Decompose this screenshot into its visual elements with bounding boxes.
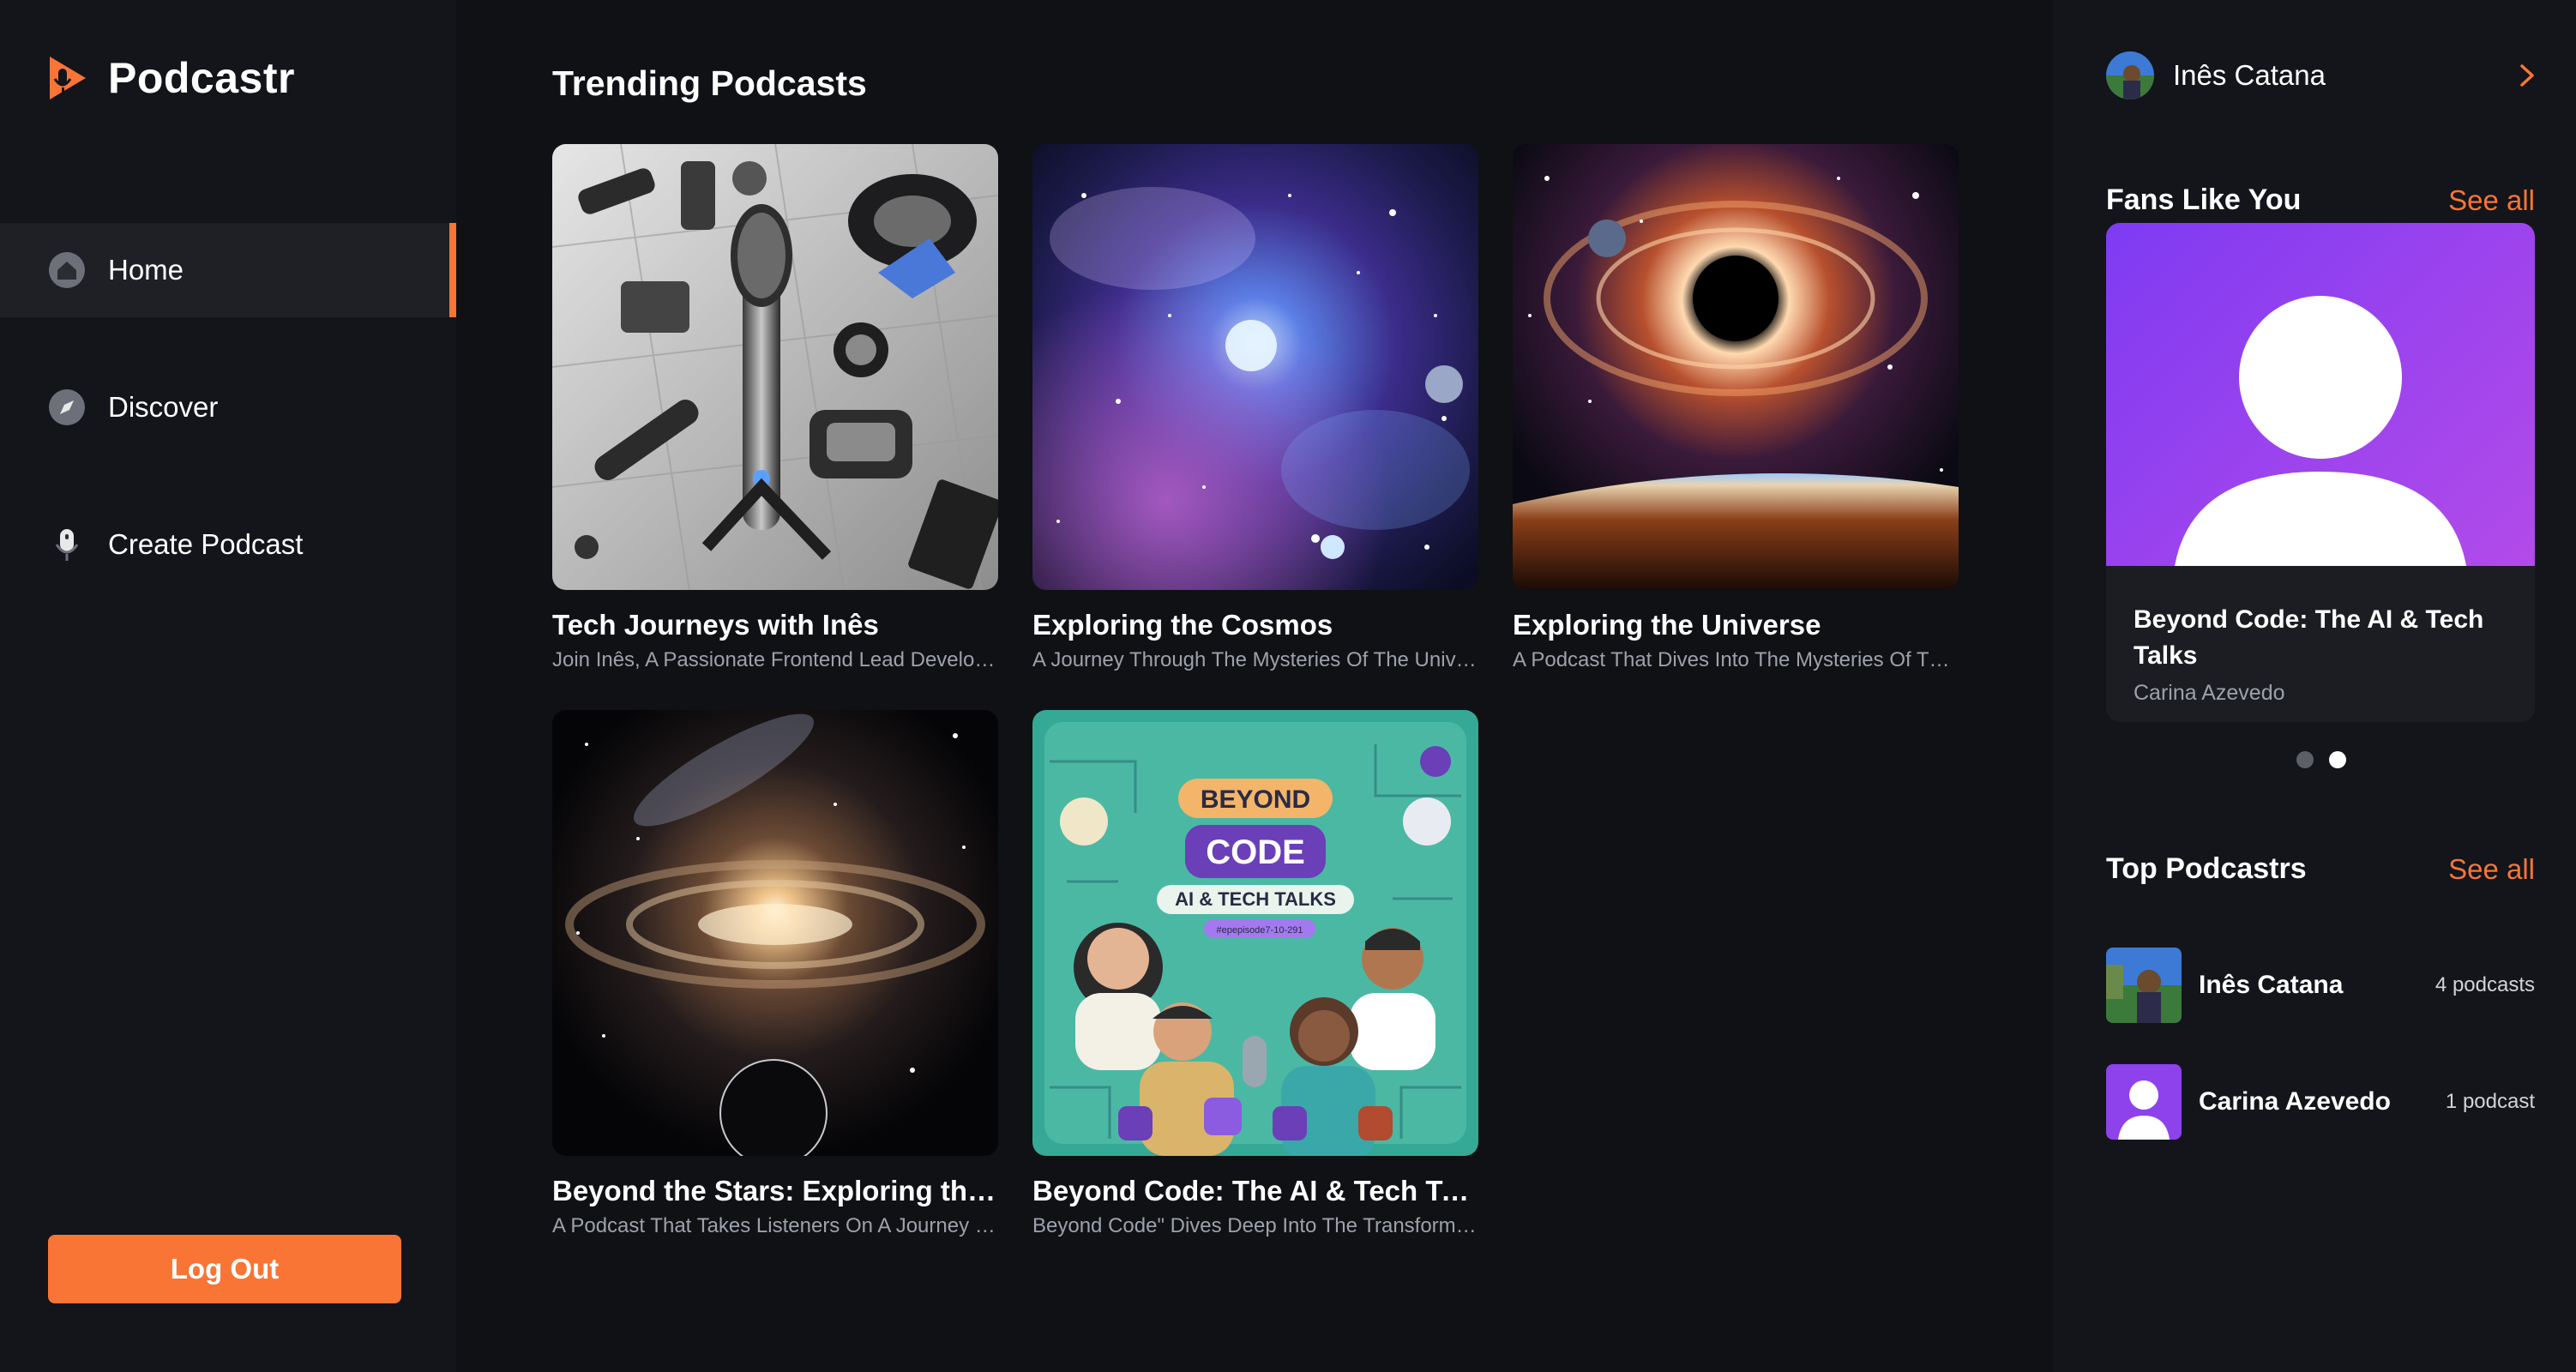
fans-see-all-link[interactable]: See all <box>2448 184 2535 217</box>
cover-beyond-text: BEYOND <box>1201 785 1310 814</box>
podcast-description: Beyond Code" Dives Deep Into The Transfo… <box>1032 1214 1478 1237</box>
right-sidebar: Inês Catana Fans Like You See all Beyond… <box>2053 0 2576 1372</box>
carousel-dot-active[interactable] <box>2329 751 2346 768</box>
nav-label-discover: Discover <box>108 391 219 423</box>
section-title-trending: Trending Podcasts <box>552 63 867 103</box>
top-podcastr-name: Carina Azevedo <box>2199 1087 2391 1116</box>
cover-code-text: CODE <box>1206 833 1305 871</box>
fan-card-title: Beyond Code: The AI & Tech Talks <box>2134 605 2484 670</box>
top-podcastr-name: Inês Catana <box>2199 971 2344 999</box>
podcast-title: Beyond Code: The AI & Tech Talks <box>1032 1175 1478 1207</box>
nav-label-create-podcast: Create Podcast <box>108 528 304 560</box>
user-placeholder-icon <box>2175 296 2466 566</box>
home-icon <box>48 251 86 289</box>
podcast-card[interactable]: Beyond the Stars: Exploring the Universe… <box>552 710 998 1238</box>
nav-item-discover[interactable]: Discover <box>0 360 456 454</box>
chevron-right-icon <box>2520 64 2534 87</box>
podcast-cover-image: BEYOND CODE AI & TECH TALKS #epepisode7-… <box>1032 710 1478 1156</box>
top-podcastr-row[interactable]: Carina Azevedo 1 podcast <box>2106 1063 2535 1140</box>
cover-subtitle-text: AI & TECH TALKS <box>1175 888 1336 910</box>
podcast-cover-image <box>1032 144 1478 590</box>
nav-label-home: Home <box>108 254 184 286</box>
user-profile-link[interactable]: Inês Catana <box>2106 50 2540 101</box>
app-root: Podcastr Home Discover Create Podcast Lo… <box>0 0 2576 1372</box>
podcast-cover-image <box>1513 144 1959 590</box>
top-podcastr-row[interactable]: Inês Catana 4 podcasts <box>2106 947 2535 1024</box>
podcast-cover-image <box>552 144 998 590</box>
main-content: Trending Podcasts Tech Journeys with Inê… <box>456 0 2053 1372</box>
user-name: Inês Catana <box>2173 59 2326 91</box>
podcast-title: Beyond the Stars: Exploring the Universe <box>552 1175 998 1207</box>
podcast-card[interactable]: BEYOND CODE AI & TECH TALKS #epepisode7-… <box>1032 710 1478 1238</box>
podcast-description: A Podcast That Dives Into The Mysteries … <box>1513 648 1959 671</box>
top-podcastrs-title: Top Podcastrs <box>2106 852 2307 885</box>
compass-icon <box>48 388 86 426</box>
avatar <box>2106 948 2182 1023</box>
podcast-card[interactable]: Tech Journeys with Inês Join Inês, A Pas… <box>552 144 998 672</box>
podcast-cover-image <box>552 710 998 1156</box>
podcastr-logo-icon <box>50 57 86 99</box>
nav-item-create-podcast[interactable]: Create Podcast <box>0 497 456 592</box>
cover-tag-text: #epepisode7-10-291 <box>1217 925 1303 936</box>
podcast-title: Exploring the Cosmos <box>1032 609 1333 641</box>
carousel-dot[interactable] <box>2296 751 2314 768</box>
microphone-icon <box>48 526 86 563</box>
app-name: Podcastr <box>108 54 295 102</box>
logo[interactable]: Podcastr <box>46 53 295 103</box>
logout-button[interactable]: Log Out <box>48 1235 401 1303</box>
top-podcastr-count: 4 podcasts <box>2435 973 2535 996</box>
podcast-description: A Journey Through The Mysteries Of The U… <box>1032 648 1478 671</box>
fans-like-you-title: Fans Like You <box>2106 184 2302 216</box>
left-sidebar: Podcastr Home Discover Create Podcast Lo… <box>0 0 456 1372</box>
carousel-dots <box>2296 751 2346 768</box>
podcast-card[interactable]: Exploring the Universe A Podcast That Di… <box>1513 144 1959 672</box>
podcast-card[interactable]: Exploring the Cosmos A Journey Through T… <box>1032 144 1478 672</box>
podcast-description: Join Inês, A Passionate Frontend Lead De… <box>552 648 998 671</box>
podcast-title: Exploring the Universe <box>1513 609 1821 641</box>
fan-card-author: Carina Azevedo <box>2134 681 2285 705</box>
top-see-all-link[interactable]: See all <box>2448 853 2535 886</box>
fan-podcast-image <box>2106 223 2535 566</box>
nav-item-home[interactable]: Home <box>0 223 456 317</box>
podcast-description: A Podcast That Takes Listeners On A Jour… <box>552 1214 998 1237</box>
avatar <box>2106 1064 2182 1140</box>
fan-podcast-card[interactable]: Beyond Code: The AI & Tech Talks Carina … <box>2106 223 2535 722</box>
top-podcastr-count: 1 podcast <box>2445 1090 2535 1113</box>
avatar <box>2106 51 2154 99</box>
podcast-title: Tech Journeys with Inês <box>552 609 879 641</box>
fans-like-you-header: Fans Like You See all <box>2106 184 2535 217</box>
top-podcastrs-header: Top Podcastrs See all <box>2106 852 2535 886</box>
